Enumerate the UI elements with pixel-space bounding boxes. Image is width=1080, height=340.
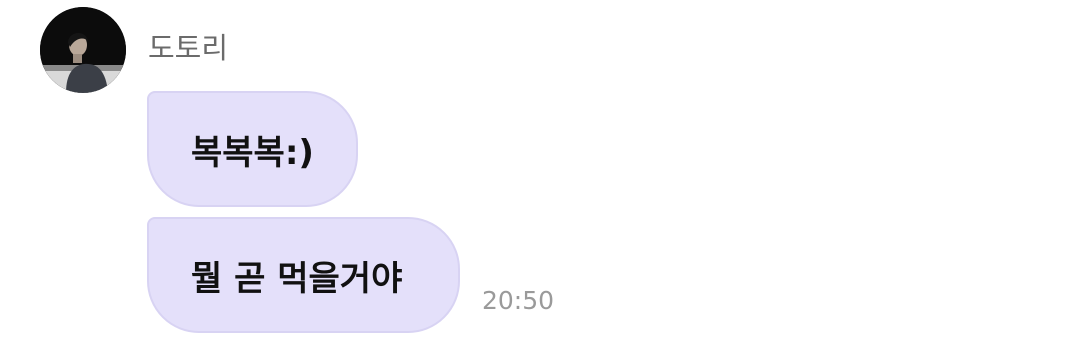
profile-photo-icon [40, 7, 126, 93]
sender-avatar[interactable] [40, 7, 126, 93]
message-text: 뭘 곧 먹을거야 [191, 258, 403, 299]
message-bubble[interactable]: 뭘 곧 먹을거야 [147, 217, 460, 333]
message-bubble[interactable]: 복복복:) [147, 91, 358, 207]
message-timestamp: 20:50 [482, 286, 555, 315]
message-text: 복복복:) [191, 132, 314, 173]
sender-name: 도토리 [148, 31, 229, 65]
